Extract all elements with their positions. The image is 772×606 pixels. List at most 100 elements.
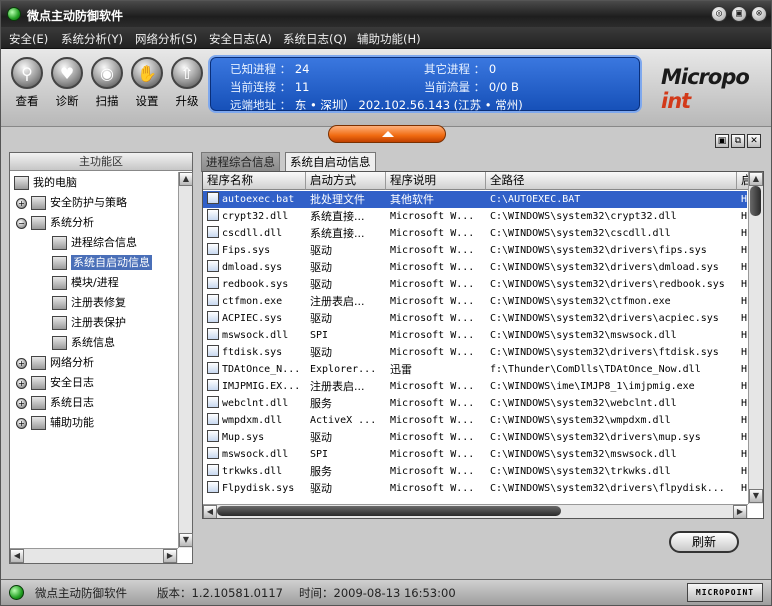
scroll-right-icon[interactable]: ▶: [163, 549, 177, 563]
full-path-cell: f:\Thunder\ComDlls\TDAtOnce_Now.dll: [486, 361, 737, 378]
tree-vertical-scrollbar[interactable]: ▲ ▼: [178, 172, 193, 548]
file-icon: [207, 396, 219, 408]
tab-autostart-info[interactable]: 系统自启动信息: [285, 152, 376, 172]
table-row[interactable]: redbook.sys 驱动 Microsoft W... C:\WINDOWS\sy…: [203, 276, 747, 293]
diagnose-button[interactable]: ♥ 诊断: [47, 57, 87, 109]
cell-text: 驱动: [310, 261, 332, 274]
tree-item-security-policy[interactable]: + 安全防护与策略: [16, 194, 127, 212]
table-row[interactable]: trkwks.dll 服务 Microsoft W... C:\WINDOWS\sys…: [203, 463, 747, 480]
expander-icon[interactable]: +: [16, 197, 27, 209]
scan-button[interactable]: ◉ 扫描: [87, 57, 127, 109]
tree-item-my-computer[interactable]: 我的电脑: [14, 174, 77, 192]
tree-horizontal-scrollbar[interactable]: ◀ ▶: [10, 548, 178, 563]
minimize-button[interactable]: ◎: [711, 6, 727, 22]
scroll-thumb[interactable]: [750, 186, 761, 216]
menu-network-analysis[interactable]: 网络分析(S): [135, 31, 197, 47]
tree-item-auxiliary[interactable]: + 辅助功能: [16, 414, 94, 432]
cell-text: Microsoft W...: [390, 449, 475, 460]
scroll-down-icon[interactable]: ▼: [179, 533, 193, 547]
tree-item-label: 系统分析: [50, 216, 94, 229]
tree-item-autostart-info[interactable]: 系统自启动信息: [52, 254, 152, 272]
table-row[interactable]: Flpydisk.sys 驱动 Microsoft W... C:\WINDOWS\s…: [203, 480, 747, 497]
tree-item-system-analysis[interactable]: − 系统分析: [16, 214, 94, 232]
cell-text: H: [741, 279, 748, 290]
cell-text: H: [741, 398, 748, 409]
cell-text: Microsoft W...: [390, 313, 475, 324]
view-label: 查看: [15, 94, 39, 108]
cell-text: 注册表启...: [310, 380, 365, 393]
expander-icon[interactable]: +: [16, 377, 27, 389]
upgrade-button[interactable]: ⇧ 升级: [167, 57, 207, 109]
panel-tile-icon[interactable]: ⧉: [731, 134, 745, 148]
tab-process-info[interactable]: 进程综合信息: [201, 152, 280, 172]
refresh-button[interactable]: 刷新: [669, 531, 739, 553]
table-horizontal-scrollbar[interactable]: ◀ ▶: [203, 504, 748, 518]
table-row[interactable]: ACPIEC.sys 驱动 Microsoft W... C:\WINDOWS\sys…: [203, 310, 747, 327]
expander-icon[interactable]: +: [16, 397, 27, 409]
tree-item-process-info[interactable]: 进程综合信息: [52, 234, 137, 252]
table-row[interactable]: TDAtOnce_N... Explorer... 迅雷 f:\Thunder\Com…: [203, 361, 747, 378]
cell-text: Microsoft W...: [390, 432, 475, 443]
table-row[interactable]: dmload.sys 驱动 Microsoft W... C:\WINDOWS\sys…: [203, 259, 747, 276]
expander-icon[interactable]: +: [16, 417, 27, 429]
menu-system-analysis[interactable]: 系统分析(Y): [61, 31, 123, 47]
table-vertical-scrollbar[interactable]: ▲ ▼: [748, 172, 763, 504]
cell-text: H: [741, 347, 748, 358]
scroll-left-icon[interactable]: ◀: [203, 505, 217, 518]
tree-node-icon: [31, 396, 46, 410]
maximize-button[interactable]: ▣: [731, 6, 747, 22]
menu-security-log[interactable]: 安全日志(A): [209, 31, 272, 47]
scroll-thumb[interactable]: [217, 506, 561, 516]
tree-item-registry-repair[interactable]: 注册表修复: [52, 294, 126, 312]
startup-type-cell: 服务: [306, 395, 386, 412]
expander-icon[interactable]: +: [16, 357, 27, 369]
tree-item-registry-protect[interactable]: 注册表保护: [52, 314, 126, 332]
column-header[interactable]: 全路径: [486, 172, 737, 190]
tree-item-module-process[interactable]: 模块/进程: [52, 274, 119, 292]
startup-type-cell: SPI: [306, 327, 386, 344]
scroll-up-icon[interactable]: ▲: [179, 172, 193, 186]
table-row[interactable]: ftdisk.sys 驱动 Microsoft W... C:\WINDOWS\sys…: [203, 344, 747, 361]
menu-auxiliary[interactable]: 辅助功能(H): [357, 31, 421, 47]
table-row[interactable]: wmpdxm.dll ActiveX ... Microsoft W... C:\WI…: [203, 412, 747, 429]
table-row[interactable]: Mup.sys 驱动 Microsoft W... C:\WINDOWS\system…: [203, 429, 747, 446]
startup-type-cell: 注册表启...: [306, 293, 386, 310]
view-button[interactable]: ⚲ 查看: [7, 57, 47, 109]
tree-item-system-info[interactable]: 系统信息: [52, 334, 115, 352]
panel-restore-icon[interactable]: ▣: [715, 134, 729, 148]
program-name-cell: Fips.sys: [203, 242, 306, 259]
table-row[interactable]: ctfmon.exe 注册表启... Microsoft W... C:\WINDOW…: [203, 293, 747, 310]
collapse-toolbar-button[interactable]: [328, 125, 446, 143]
scroll-left-icon[interactable]: ◀: [10, 549, 24, 563]
tree-node-icon: [52, 296, 67, 310]
panel-header: 主功能区: [10, 153, 192, 171]
menu-security[interactable]: 安全(E): [9, 31, 48, 47]
scroll-up-icon[interactable]: ▲: [749, 172, 763, 186]
expander-icon[interactable]: −: [16, 217, 27, 229]
panel-close-icon[interactable]: ✕: [747, 134, 761, 148]
close-button[interactable]: ⊗: [751, 6, 767, 22]
table-row[interactable]: cscdll.dll 系统直接... Microsoft W... C:\WINDOW…: [203, 225, 747, 242]
column-header[interactable]: 启动方式: [306, 172, 386, 190]
table-row[interactable]: IMJPMIG.EX... 注册表启... Microsoft W... C:\WIN…: [203, 378, 747, 395]
column-header[interactable]: 程序名称: [203, 172, 306, 190]
table-row[interactable]: autoexec.bat 批处理文件 其他软件 C:\AUTOEXEC.BAT H: [203, 191, 747, 208]
tree-item-system-log[interactable]: + 系统日志: [16, 394, 94, 412]
column-header[interactable]: 程序说明: [386, 172, 486, 190]
table-row[interactable]: Fips.sys 驱动 Microsoft W... C:\WINDOWS\syste…: [203, 242, 747, 259]
startup-type-cell: 系统直接...: [306, 208, 386, 225]
table-row[interactable]: crypt32.dll 系统直接... Microsoft W... C:\WINDO…: [203, 208, 747, 225]
description-cell: Microsoft W...: [386, 480, 486, 497]
scroll-right-icon[interactable]: ▶: [733, 505, 747, 518]
tree-item-security-log[interactable]: + 安全日志: [16, 374, 94, 392]
table-row[interactable]: mswsock.dll SPI Microsoft W... C:\WINDOWS\s…: [203, 446, 747, 463]
tree-item-network-analysis[interactable]: + 网络分析: [16, 354, 94, 372]
cell-text: H: [741, 449, 748, 460]
startup-type-cell: ActiveX ...: [306, 412, 386, 429]
table-row[interactable]: mswsock.dll SPI Microsoft W... C:\WINDOWS\s…: [203, 327, 747, 344]
table-row[interactable]: webclnt.dll 服务 Microsoft W... C:\WINDOWS\sy…: [203, 395, 747, 412]
menu-system-log[interactable]: 系统日志(Q): [283, 31, 347, 47]
scroll-down-icon[interactable]: ▼: [749, 489, 763, 503]
description-cell: Microsoft W...: [386, 276, 486, 293]
settings-button[interactable]: ✋ 设置: [127, 57, 167, 109]
